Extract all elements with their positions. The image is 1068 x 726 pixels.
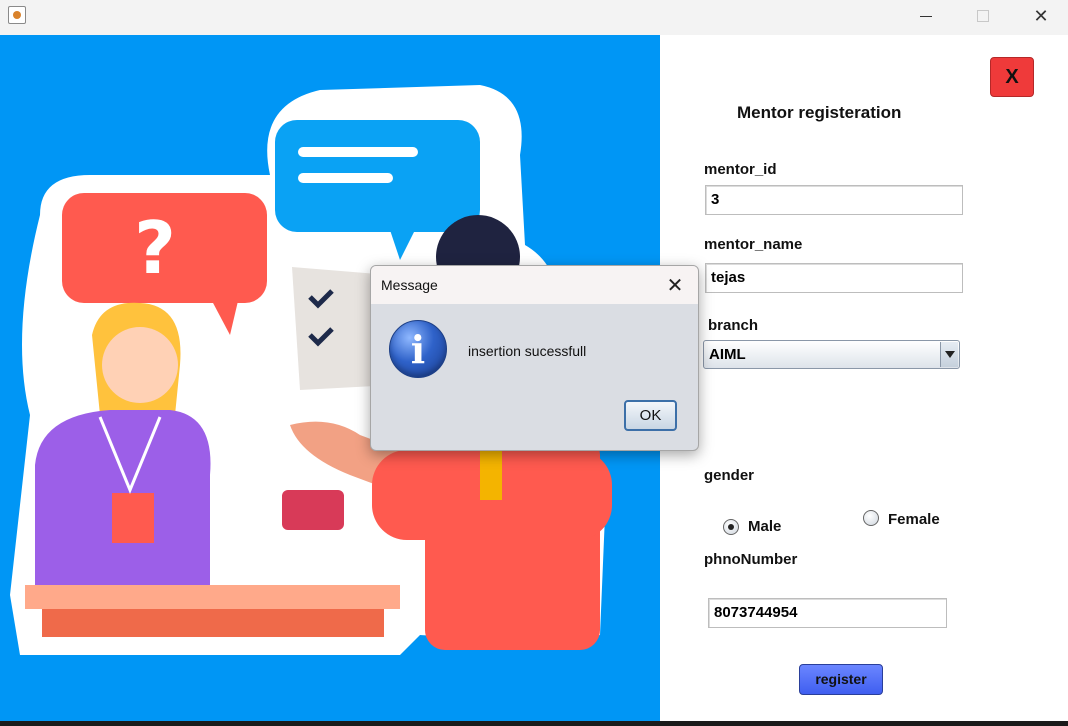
message-dialog: Message ✕ i insertion sucessfull OK [370, 265, 699, 451]
gender-male-label[interactable]: Male [748, 518, 781, 535]
branch-select[interactable]: AIML [703, 340, 960, 369]
gender-label: gender [704, 467, 755, 484]
register-button[interactable]: register [799, 664, 883, 695]
phone-label: phnoNumber [704, 551, 798, 568]
form-title: Mentor registeration [737, 103, 902, 122]
close-form-button[interactable]: X [990, 57, 1034, 97]
minimize-button[interactable] [903, 0, 949, 34]
gender-female-radio[interactable] [863, 510, 879, 526]
window-titlebar: ✕ [0, 0, 1068, 34]
mentor-name-label: mentor_name [704, 236, 803, 253]
branch-selected-value: AIML [709, 346, 746, 363]
mentor-name-input[interactable]: tejas [705, 263, 963, 293]
mentor-id-input[interactable]: 3 [705, 185, 963, 215]
taskbar-edge [0, 721, 1068, 726]
registration-form: X Mentor registeration mentor_id 3 mento… [660, 35, 1068, 721]
dialog-titlebar: Message ✕ [371, 266, 698, 304]
dialog-close-button[interactable]: ✕ [661, 272, 689, 298]
info-icon: i [389, 320, 447, 378]
java-cup-icon [8, 6, 26, 24]
dialog-message: insertion sucessfull [468, 343, 587, 359]
chevron-down-icon[interactable] [940, 342, 958, 367]
phone-input[interactable]: 8073744954 [708, 598, 947, 628]
ok-button[interactable]: OK [624, 400, 677, 431]
window-close-button[interactable]: ✕ [1018, 0, 1064, 34]
dialog-title: Message [381, 277, 438, 293]
mentor-id-label: mentor_id [704, 161, 777, 178]
gender-female-label[interactable]: Female [888, 511, 940, 528]
gender-male-radio[interactable] [723, 519, 739, 535]
maximize-button[interactable] [960, 0, 1006, 34]
branch-label: branch [708, 317, 759, 334]
svg-text:?: ? [134, 206, 176, 290]
